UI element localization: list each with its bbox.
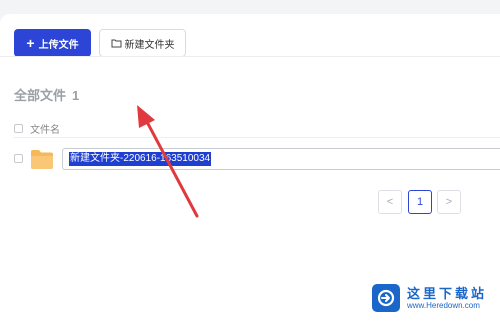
- file-manager-panel: [0, 14, 500, 326]
- column-header-filename: 文件名: [30, 124, 60, 136]
- rename-input-value: 新建文件夹-220616-163510034: [69, 152, 212, 166]
- pagination-next-button[interactable]: >: [437, 190, 461, 214]
- select-all-checkbox[interactable]: [14, 123, 23, 133]
- pagination-prev-button[interactable]: <: [378, 190, 402, 214]
- page-title-text: 全部文件: [14, 88, 67, 103]
- site-watermark: 这里下载站 www.Heredown.com: [372, 283, 487, 313]
- rename-input[interactable]: 新建文件夹-220616-163510034: [62, 148, 500, 170]
- page-title: 全部文件 1: [14, 85, 79, 104]
- pagination-page-1[interactable]: 1: [408, 190, 432, 214]
- file-row-checkbox[interactable]: [14, 154, 23, 163]
- upload-file-label: 上传文件: [38, 39, 79, 51]
- folder-icon: [31, 150, 53, 169]
- header-divider: [14, 137, 500, 138]
- toolbar-divider: [0, 56, 500, 57]
- upload-file-button[interactable]: + 上传文件: [14, 29, 91, 57]
- watermark-site-url: www.Heredown.com: [407, 300, 480, 310]
- file-list-header: 文件名: [14, 121, 60, 136]
- watermark-site-name: 这里下载站: [407, 285, 488, 301]
- site-logo-icon: [372, 284, 400, 312]
- file-count: 1: [72, 88, 80, 103]
- new-folder-button[interactable]: 新建文件夹: [99, 29, 186, 57]
- folder-outline-icon: [111, 39, 121, 48]
- plus-icon: +: [26, 35, 35, 51]
- new-folder-label: 新建文件夹: [124, 39, 175, 51]
